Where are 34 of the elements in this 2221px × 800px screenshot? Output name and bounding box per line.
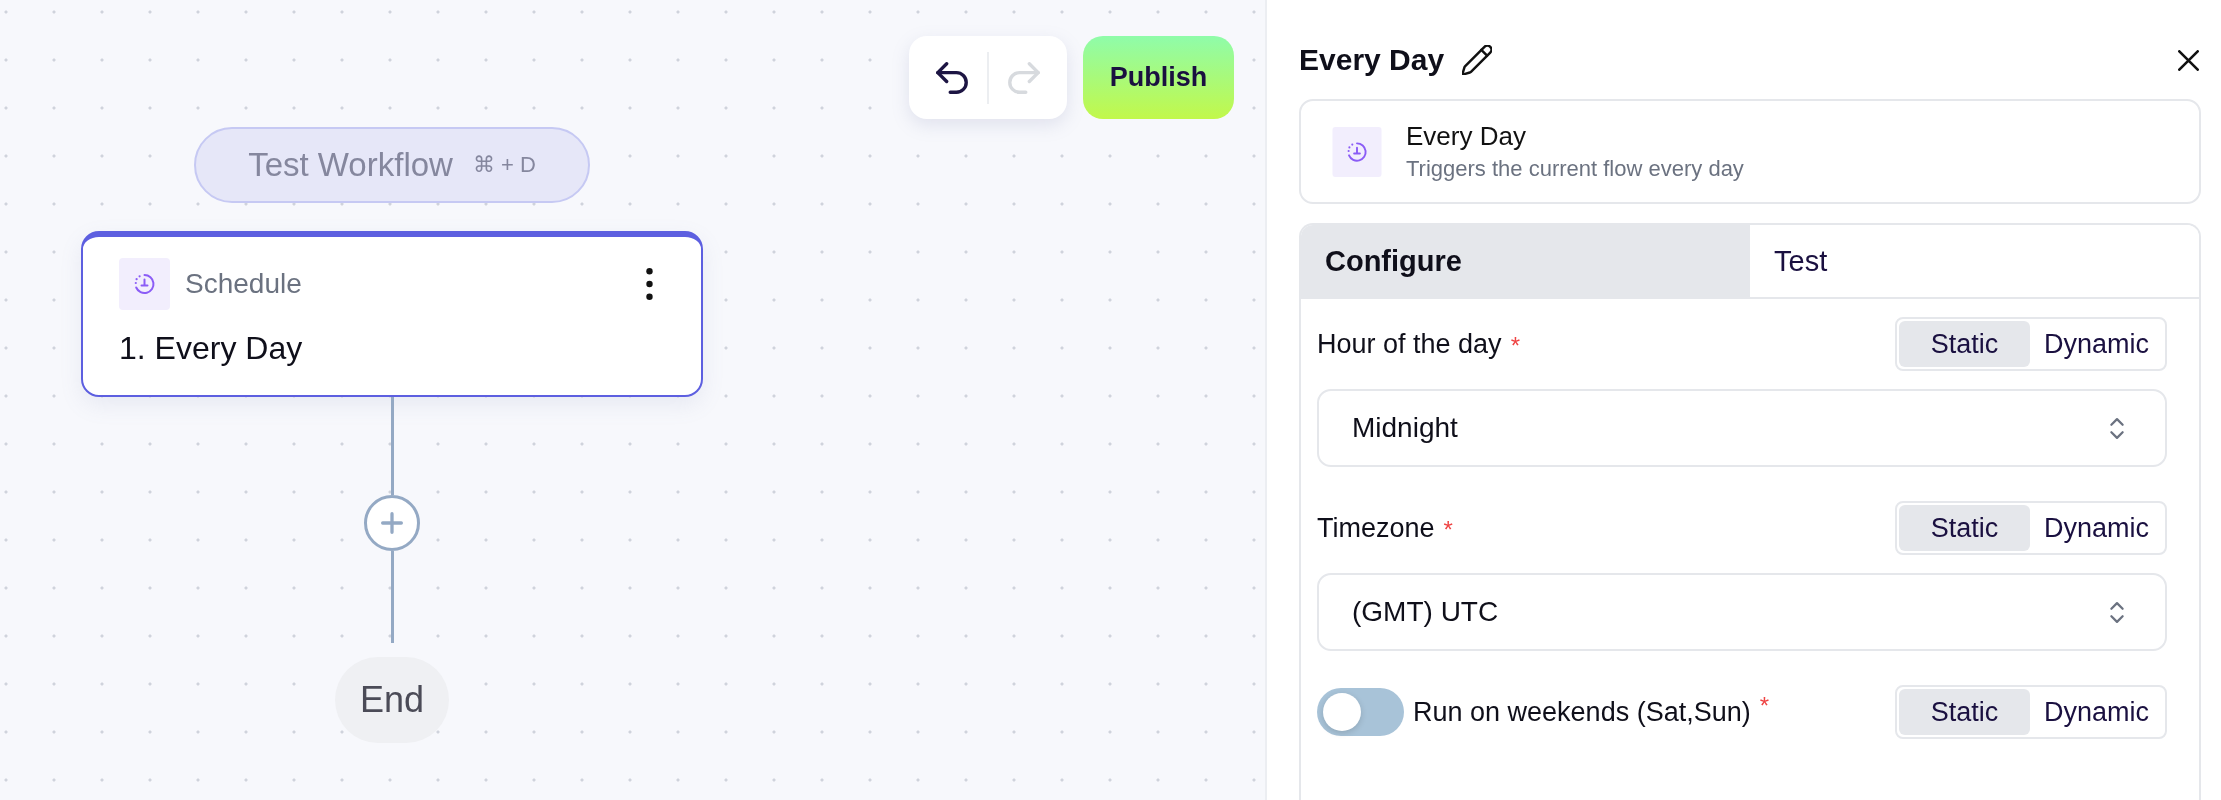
mode-option[interactable]: Static xyxy=(1898,689,2030,735)
field-label: Timezone xyxy=(1317,512,1435,544)
more-icon[interactable] xyxy=(646,268,653,300)
tab[interactable]: Configure xyxy=(1301,225,1750,297)
publish-button[interactable]: Publish xyxy=(1083,36,1234,119)
trigger-description: Triggers the current flow every day xyxy=(1406,154,1744,183)
required-mark: * xyxy=(1510,332,1520,360)
end-node: End xyxy=(335,657,449,743)
up-down-chevron-icon xyxy=(2109,599,2125,625)
mode-option[interactable]: Dynamic xyxy=(2029,321,2163,367)
trigger-name: Every Day xyxy=(1406,119,1527,153)
select-field[interactable]: Midnight xyxy=(1317,389,2167,467)
required-mark: * xyxy=(1443,516,1453,544)
toggle-switch[interactable] xyxy=(1317,688,1404,736)
shortcut-hint: ⌘ + D xyxy=(472,152,536,178)
select-field[interactable]: (GMT) UTC xyxy=(1317,573,2167,651)
clock-icon xyxy=(119,258,170,310)
mode-option[interactable]: Static xyxy=(1898,505,2030,551)
mode-option[interactable]: Dynamic xyxy=(2029,505,2163,551)
step-app-name: Schedule xyxy=(185,268,303,300)
up-down-chevron-icon xyxy=(2109,415,2125,441)
panel-title: Every Day xyxy=(1299,43,1445,77)
mode-option[interactable]: Static xyxy=(1898,321,2030,367)
mode-option[interactable]: Dynamic xyxy=(2029,689,2163,735)
required-mark: * xyxy=(1759,692,1770,720)
step-card[interactable]: Schedule 1. Every Day xyxy=(81,231,703,397)
pencil-icon[interactable] xyxy=(1462,45,1493,75)
close-icon[interactable] xyxy=(2178,49,2199,71)
undo-icon[interactable] xyxy=(936,61,968,94)
plus-icon xyxy=(381,512,403,534)
field-label: Hour of the day xyxy=(1317,328,1502,360)
clock-icon xyxy=(1332,126,1382,177)
step-title: 1. Every Day xyxy=(119,329,304,368)
field-label: Run on weekends (Sat,Sun) xyxy=(1413,696,1751,728)
